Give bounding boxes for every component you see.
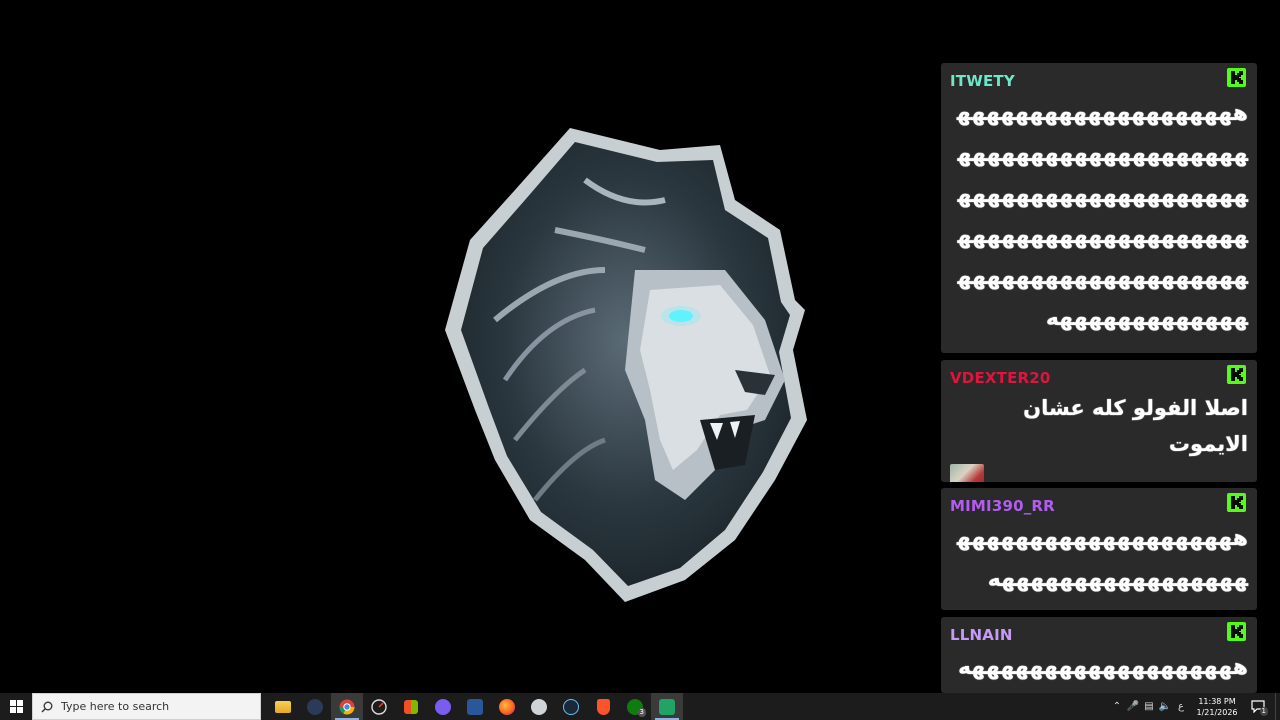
kick-icon xyxy=(1227,68,1246,87)
clock-time: 11:38 PM xyxy=(1198,696,1236,706)
microphone-icon[interactable]: 🎤 xyxy=(1125,693,1141,720)
chat-message-text: هههههههههههههههههههه xyxy=(957,655,1248,680)
language-indicator[interactable]: ع xyxy=(1173,693,1189,720)
notification-count: 1 xyxy=(1259,707,1268,716)
excel-icon xyxy=(659,698,675,715)
discord-icon xyxy=(435,698,451,715)
windows-icon xyxy=(9,700,23,713)
taskbar-app-steam[interactable] xyxy=(555,693,587,720)
taskbar-app-file-explorer[interactable] xyxy=(267,693,299,720)
clock-date: 1/21/2026 xyxy=(1196,707,1238,717)
firefox-icon xyxy=(499,698,515,715)
assistant-icon xyxy=(531,698,547,715)
chat-message: ITWETY ههههههههههههههههههههههههههههههههه… xyxy=(941,63,1257,353)
taskbar-app-xbox[interactable]: 3 xyxy=(619,693,651,720)
taskbar-app-chrome[interactable] xyxy=(331,693,363,720)
chat-username: LLNAIN xyxy=(950,626,1013,644)
taskbar-app-firefox[interactable] xyxy=(491,693,523,720)
word-icon xyxy=(467,698,483,715)
chat-username: ITWETY xyxy=(950,72,1015,90)
chat-message-text: اصلا الفولو كله عشان الايموت xyxy=(1023,396,1248,456)
chevron-up-icon[interactable]: ⌃ xyxy=(1109,693,1125,720)
folder-icon xyxy=(275,700,291,713)
chat-message-text: هههههههههههههههههههههههههههههههههههههههه… xyxy=(956,101,1248,331)
clock[interactable]: 11:38 PM 1/21/2026 xyxy=(1193,696,1241,718)
taskbar-app-discord-bot[interactable] xyxy=(299,693,331,720)
chrome-icon xyxy=(339,699,355,714)
xbox-count-badge: 3 xyxy=(637,708,646,717)
notification-button[interactable]: 1 xyxy=(1241,693,1275,720)
chat-message-text: هههههههههههههههههههههههههههههههههههههه xyxy=(956,526,1248,592)
store-icon xyxy=(404,699,418,714)
system-tray: ⌃ 🎤 ▤ 🔈 ع 11:38 PM 1/21/2026 1 xyxy=(1109,693,1280,720)
chat-username: MIMI390_RR xyxy=(950,497,1055,515)
emote-image xyxy=(950,464,984,482)
steam-icon xyxy=(563,698,579,715)
search-input[interactable] xyxy=(59,699,253,714)
gauge-icon xyxy=(371,698,387,715)
taskbar: 3 ⌃ 🎤 ▤ 🔈 ع 11:38 PM 1/21/2026 1 xyxy=(0,693,1280,720)
taskbar-app-excel[interactable] xyxy=(651,693,683,720)
bot-icon xyxy=(307,698,323,715)
kick-icon xyxy=(1227,365,1246,384)
start-button[interactable] xyxy=(0,693,32,720)
taskbar-app-word[interactable] xyxy=(459,693,491,720)
taskbar-app-discord[interactable] xyxy=(427,693,459,720)
brave-icon xyxy=(596,698,610,715)
taskbar-app-store[interactable] xyxy=(395,693,427,720)
chat-message: MIMI390_RR ههههههههههههههههههههههههههههه… xyxy=(941,488,1257,610)
chat-message: LLNAIN هههههههههههههههههههه xyxy=(941,617,1257,693)
search-icon xyxy=(41,701,53,712)
kick-icon xyxy=(1227,622,1246,641)
taskbar-app-speed[interactable] xyxy=(363,693,395,720)
taskbar-app-assistant[interactable] xyxy=(523,693,555,720)
kick-icon xyxy=(1227,493,1246,512)
lion-logo xyxy=(445,128,807,602)
volume-icon[interactable]: 🔈 xyxy=(1157,693,1173,720)
network-icon[interactable]: ▤ xyxy=(1141,693,1157,720)
taskbar-search[interactable] xyxy=(32,693,261,720)
taskbar-app-brave[interactable] xyxy=(587,693,619,720)
chat-username: VDEXTER20 xyxy=(950,369,1051,387)
show-desktop-button[interactable] xyxy=(1275,693,1280,720)
chat-message: VDEXTER20 اصلا الفولو كله عشان الايموت xyxy=(941,360,1257,482)
